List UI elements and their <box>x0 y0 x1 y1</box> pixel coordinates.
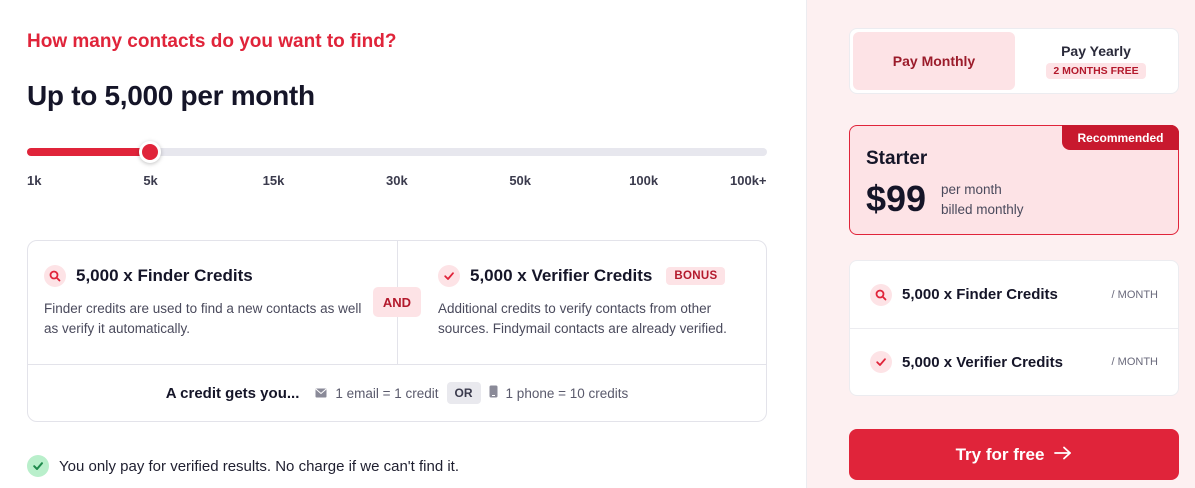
summary-item-title: 5,000 x Finder Credits <box>902 286 1058 303</box>
summary-item-verifier: 5,000 x Verifier Credits / MONTH <box>850 328 1178 395</box>
pay-yearly-tab[interactable]: Pay Yearly 2 MONTHS FREE <box>1015 32 1177 90</box>
yearly-discount-badge: 2 MONTHS FREE <box>1046 63 1146 79</box>
plan-summary: 5,000 x Finder Credits / MONTH 5,000 x V… <box>849 260 1179 396</box>
plan-price: $99 <box>866 178 927 219</box>
contacts-headline: Up to 5,000 per month <box>27 80 315 111</box>
slider-tick-label: 50k <box>509 173 532 188</box>
contacts-question: How many contacts do you want to find? <box>27 31 397 52</box>
billing-toggle: Pay Monthly Pay Yearly 2 MONTHS FREE <box>849 28 1179 94</box>
plan-card: Recommended Starter $99 per month billed… <box>849 125 1179 235</box>
cta-label: Try for free <box>955 444 1045 464</box>
try-for-free-button[interactable]: Try for free <box>849 429 1179 480</box>
verifier-credits-title: 5,000 x Verifier Credits <box>470 266 653 285</box>
slider-ticks: 1k 5k 15k 30k 50k 100k 100k+ <box>27 173 767 191</box>
slider-tick-label: 5k <box>143 173 158 188</box>
search-icon <box>870 283 892 306</box>
slider-tick-label: 100k+ <box>730 173 767 188</box>
phone-icon <box>489 385 498 401</box>
verifier-credits-description: Additional credits to verify contacts fr… <box>438 301 727 336</box>
slider-fill <box>27 148 151 156</box>
plan-billing-meta: per month billed monthly <box>941 180 1024 220</box>
finder-credits-description: Finder credits are used to find a new co… <box>44 301 362 336</box>
recommended-badge: Recommended <box>1062 125 1179 150</box>
credits-box: 5,000 x Finder Credits Finder credits ar… <box>27 240 767 422</box>
phone-credit-rate: 1 phone = 10 credits <box>505 385 629 401</box>
check-circle-icon <box>27 455 49 477</box>
verifier-credits: 5,000 x Verifier Credits BONUS Additiona… <box>438 265 750 339</box>
credits-row: 5,000 x Finder Credits Finder credits ar… <box>28 241 766 365</box>
summary-item-period: / MONTH <box>1111 356 1158 368</box>
check-icon <box>438 265 460 287</box>
summary-item-period: / MONTH <box>1111 288 1158 301</box>
plan-name: Starter <box>866 148 928 169</box>
finder-credits: 5,000 x Finder Credits Finder credits ar… <box>44 265 364 339</box>
search-icon <box>44 265 66 287</box>
slider-tick-label: 15k <box>262 173 285 188</box>
slider-tick-label: 30k <box>386 173 408 188</box>
envelope-icon <box>315 386 327 401</box>
summary-item-finder: 5,000 x Finder Credits / MONTH <box>850 261 1178 328</box>
bonus-badge: BONUS <box>666 267 726 285</box>
check-icon <box>870 351 892 373</box>
and-badge: AND <box>373 287 421 317</box>
finder-credits-title: 5,000 x Finder Credits <box>76 266 253 285</box>
guarantee-text: You only pay for verified results. No ch… <box>59 457 460 475</box>
contacts-slider[interactable] <box>27 141 767 163</box>
credit-exchange-row: A credit gets you... 1 email = 1 credit … <box>28 365 766 421</box>
slider-tick-label: 100k <box>629 173 659 188</box>
slider-thumb[interactable] <box>139 141 162 163</box>
guarantee-note: You only pay for verified results. No ch… <box>27 455 459 477</box>
contacts-panel: How many contacts do you want to find? U… <box>0 0 806 488</box>
pricing-panel: Pay Monthly Pay Yearly 2 MONTHS FREE Rec… <box>806 0 1195 488</box>
slider-tick-label: 1k <box>27 173 42 188</box>
arrow-right-icon <box>1054 445 1072 465</box>
pay-monthly-tab[interactable]: Pay Monthly <box>853 32 1015 90</box>
email-credit-rate: 1 email = 1 credit <box>335 385 439 401</box>
plan-billing-note: billed monthly <box>941 202 1024 217</box>
or-badge: OR <box>446 382 481 404</box>
pay-yearly-label: Pay Yearly <box>1061 43 1131 59</box>
summary-item-title: 5,000 x Verifier Credits <box>902 353 1063 371</box>
credit-gets-label: A credit gets you... <box>165 384 300 402</box>
plan-period: per month <box>941 182 1002 197</box>
